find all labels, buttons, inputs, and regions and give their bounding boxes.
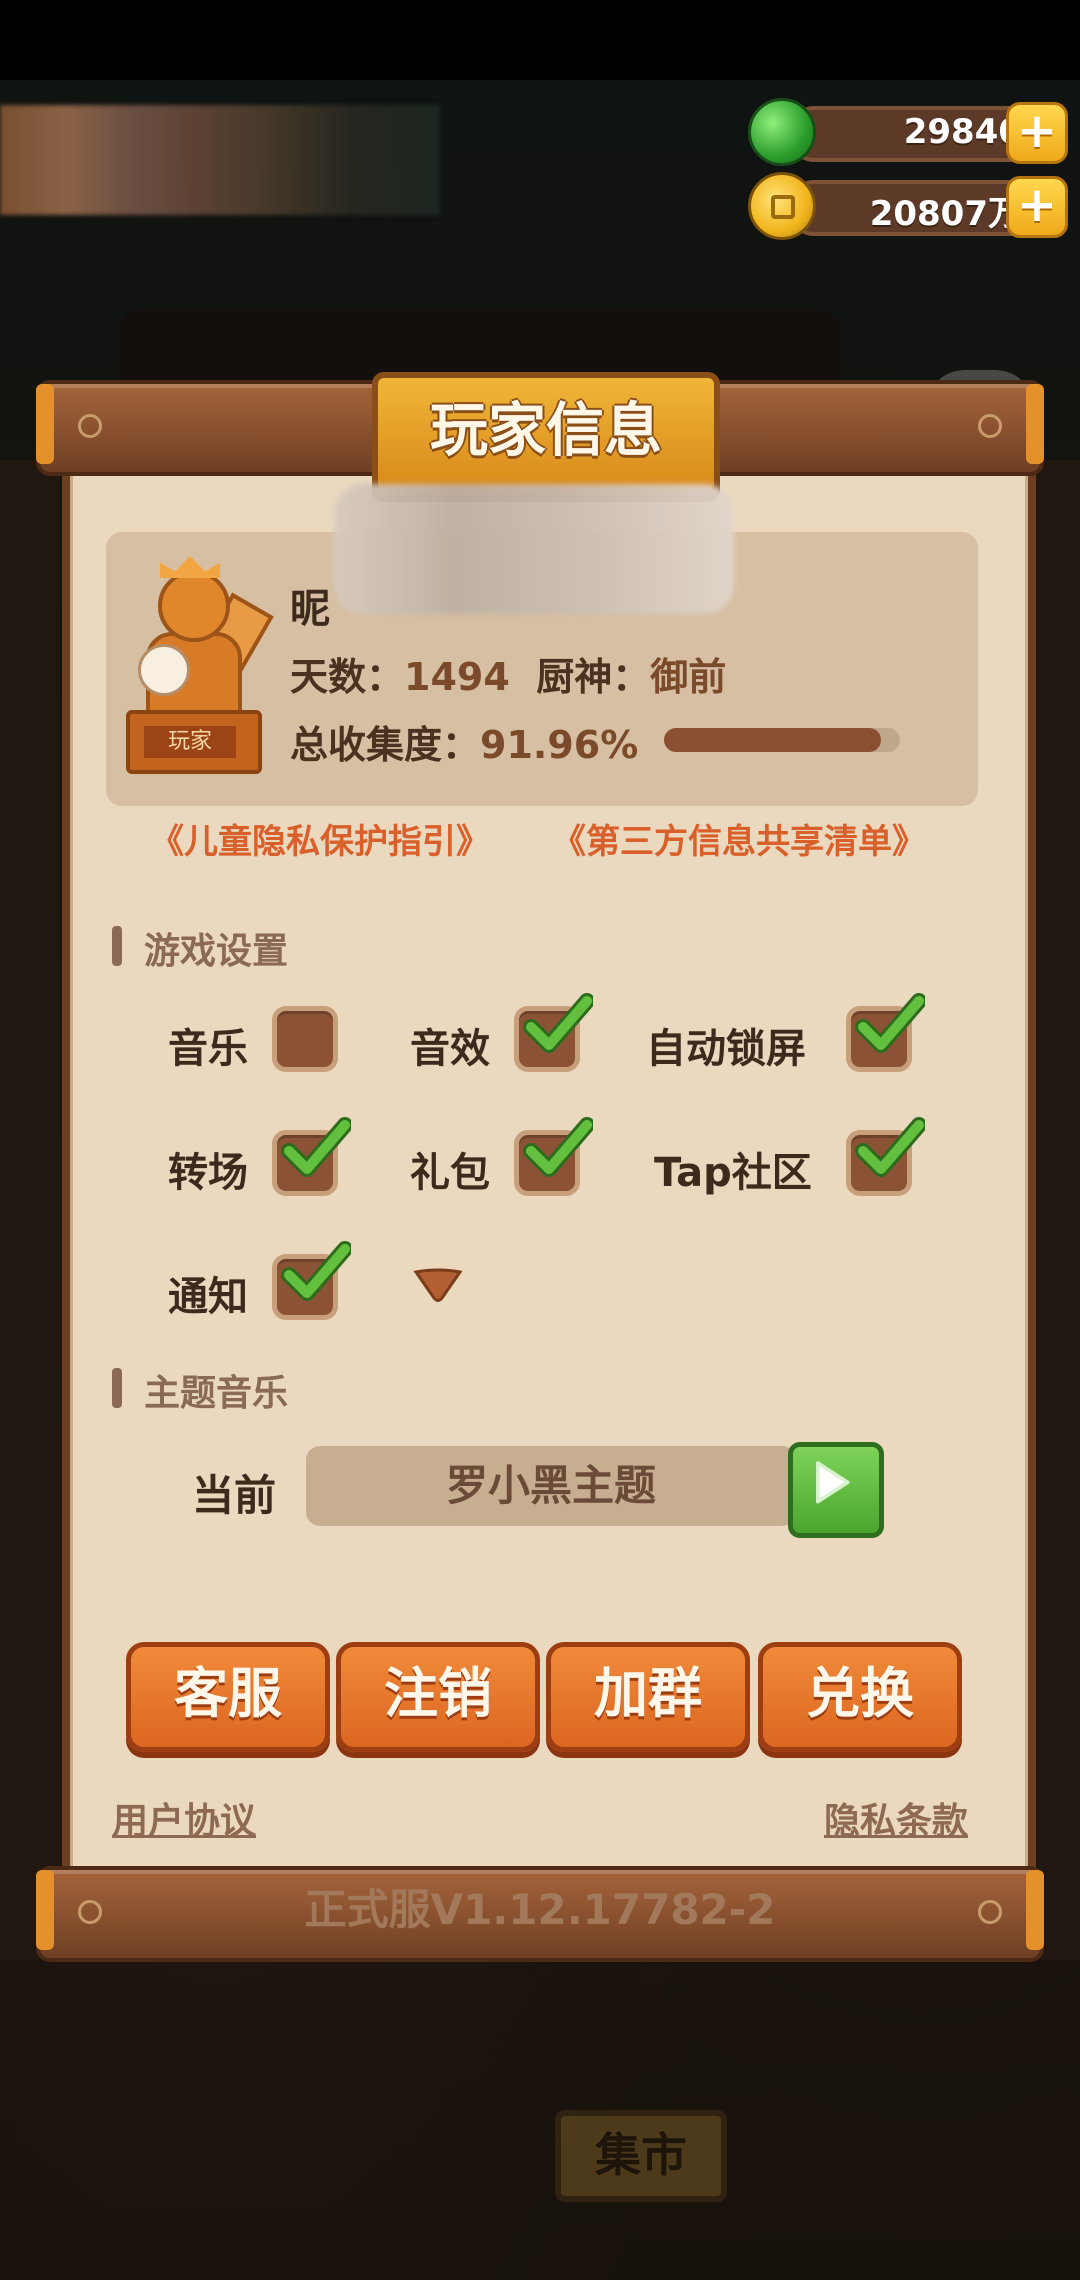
trophy-label: 玩家 <box>144 726 236 758</box>
redeem-button[interactable]: 兑换 <box>758 1642 962 1752</box>
crown-icon <box>160 556 220 578</box>
customer-service-button[interactable]: 客服 <box>126 1642 330 1752</box>
trophy-base: 玩家 <box>126 710 262 774</box>
join-group-button[interactable]: 加群 <box>546 1642 750 1752</box>
play-theme-button[interactable] <box>788 1442 884 1538</box>
nail-icon <box>978 1900 1002 1924</box>
nickname: 昵 <box>290 586 330 632</box>
setting-music[interactable]: 音乐 <box>168 1004 348 1076</box>
coin-value: 20807万 <box>869 194 1022 234</box>
blurred-nickname <box>334 484 734 614</box>
setting-label: 音乐 <box>168 1026 248 1072</box>
user-agreement-link[interactable]: 用户协议 <box>112 1792 256 1844</box>
chef-label: 厨神： <box>536 655 651 699</box>
setting-sound-effects[interactable]: 音效 <box>410 993 593 1076</box>
nail-icon <box>978 414 1002 438</box>
gift-pack-checkbox[interactable] <box>514 1117 593 1196</box>
play-icon <box>815 1461 850 1504</box>
setting-label: Tap社区 <box>654 1150 812 1196</box>
dialog-bottom-beam: 正式服V1.12.17782-2 <box>36 1866 1044 1962</box>
beam-end <box>1026 384 1044 464</box>
child-privacy-link[interactable]: 《儿童隐私保护指引》 <box>150 814 490 863</box>
coin-currency-bar: 20807万 + <box>748 172 1068 240</box>
notification-checkbox[interactable] <box>272 1241 351 1320</box>
collection-progress-bar <box>664 728 900 752</box>
version-label: 正式服V1.12.17782-2 <box>304 1885 776 1934</box>
chef-value: 御前 <box>650 655 727 699</box>
collection-label: 总收集度： <box>290 723 481 767</box>
chevron-down-icon[interactable] <box>412 1266 464 1304</box>
theme-selector[interactable]: 罗小黑主题 <box>306 1446 796 1526</box>
theme-music-title: 主题音乐 <box>112 1364 288 1416</box>
current-theme-name: 罗小黑主题 <box>445 1461 656 1510</box>
collection-progress-fill <box>664 728 882 752</box>
add-jade-button[interactable]: + <box>1006 102 1068 164</box>
setting-label: 音效 <box>410 1026 490 1072</box>
jade-currency-bar: 29840 + <box>748 98 1068 166</box>
setting-transition[interactable]: 转场 <box>168 1117 351 1200</box>
add-coin-button[interactable]: + <box>1006 176 1068 238</box>
profile-card: 玩家 昵 天数：1494 厨神：御前 总收集度：91.96% <box>106 484 978 806</box>
transition-checkbox[interactable] <box>272 1117 351 1196</box>
trophy-head <box>158 570 230 642</box>
nail-icon <box>78 414 102 438</box>
flower-icon <box>138 644 190 696</box>
dialog-title: 玩家信息 <box>429 396 662 464</box>
setting-gift-pack[interactable]: 礼包 <box>410 1117 593 1200</box>
setting-auto-lock[interactable]: 自动锁屏 <box>646 993 926 1076</box>
jade-icon <box>748 98 816 166</box>
dialog-title-plaque: 玩家信息 <box>372 372 720 496</box>
collection-stat: 总收集度：91.96% <box>290 714 638 769</box>
sound-effects-checkbox[interactable] <box>514 993 593 1072</box>
third-party-info-link[interactable]: 《第三方信息共享清单》 <box>552 814 926 863</box>
player-trophy-icon: 玩家 <box>120 556 274 774</box>
days-value: 1494 <box>404 655 510 699</box>
beam-end <box>1026 1870 1044 1950</box>
game-settings-title: 游戏设置 <box>112 922 288 974</box>
setting-label: 转场 <box>168 1150 248 1196</box>
coin-icon <box>748 172 816 240</box>
setting-label: 通知 <box>168 1274 248 1320</box>
jade-value: 29840 <box>903 112 1022 152</box>
tap-community-checkbox[interactable] <box>846 1117 925 1196</box>
setting-notification[interactable]: 通知 <box>168 1241 351 1324</box>
current-theme-label: 当前 <box>192 1471 277 1520</box>
days-label: 天数： <box>290 655 405 699</box>
setting-label: 礼包 <box>410 1150 490 1196</box>
blurred-avatar-area <box>0 105 440 215</box>
auto-lock-checkbox[interactable] <box>846 993 925 1072</box>
music-checkbox[interactable] <box>272 1006 338 1072</box>
deregister-button[interactable]: 注销 <box>336 1642 540 1752</box>
beam-end <box>36 384 54 464</box>
setting-tap-community[interactable]: Tap社区 <box>654 1117 934 1200</box>
setting-label: 自动锁屏 <box>646 1026 806 1072</box>
privacy-policy-link[interactable]: 隐私条款 <box>824 1792 968 1844</box>
collection-value: 91.96% <box>480 723 639 767</box>
status-bar <box>0 0 1080 80</box>
days-stat: 天数：1494 厨神：御前 <box>290 646 726 701</box>
